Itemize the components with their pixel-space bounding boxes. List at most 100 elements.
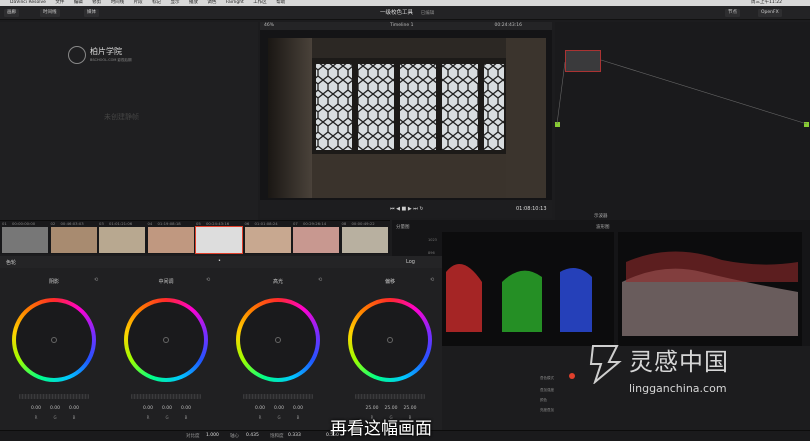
brain-logo-icon [68,46,86,64]
menu-color[interactable]: 调色 [207,0,216,5]
viewer-image [268,38,546,198]
timeline-selector[interactable]: Timeline 1 [390,22,413,30]
master-wheel-slider[interactable] [131,394,201,399]
wheel-value[interactable]: 0.00 [289,406,307,411]
color-wheels-panel: 阴影 ⟲ 0.00 R 0.00 G 0.00 B 中间调 ⟲ 0.00 R 0.00 G 0.00 B 高光 ⟲… [0,268,442,430]
subtitle-caption: 再看这幅画面 [330,419,432,439]
media-button[interactable]: 媒体 [84,9,99,17]
zoom-level[interactable]: 46% [264,23,274,28]
nodes-button[interactable]: 节点 [725,9,740,17]
clip-number: 05 [196,221,201,226]
clip-thumbnail[interactable] [341,227,388,253]
menu-help[interactable]: 帮助 [276,0,285,5]
wheel-value[interactable]: 0.00 [27,406,45,411]
clip-number: 04 [147,221,153,226]
master-wheel-slider[interactable] [243,394,313,399]
clip-thumbnail[interactable] [244,227,291,253]
channel-label: B [184,415,188,420]
timelines-button[interactable]: 时间线 [40,9,60,17]
gallery-empty-text: 未创建静帧 [104,113,139,121]
contrast-label: 对比度 [186,434,200,439]
pivot-value[interactable]: 0.435 [246,433,259,438]
play-controls-icon[interactable]: ⏮ ◀ ■ ▶ ⏭ ↻ [390,206,424,212]
right-label-4: 亮度叠加 [540,408,554,412]
reset-icon[interactable]: ⟲ [206,277,210,283]
wheels-mode-select[interactable]: Log [406,259,415,265]
openfx-button[interactable]: OpenFX [758,9,782,17]
wheel-center-handle[interactable] [275,337,281,343]
top-toolbar: 画廊 时间线 媒体 一级校色工具 已编辑 节点 OpenFX [0,6,810,20]
saturation-value[interactable]: 0.333 [288,433,301,438]
viewer-timecode: 01:08:10:13 [516,206,547,212]
reset-icon[interactable]: ⟲ [94,277,98,283]
channel-label: R [258,415,262,420]
clip-timecode: 00:29:26:14 [303,221,327,226]
menu-clip[interactable]: 片段 [134,0,143,5]
wheel-value[interactable]: 0.00 [177,406,195,411]
scope-tab-waveform[interactable]: 波形图 [596,224,610,230]
watermark: 灵感中国 lingganchina.com [585,338,810,410]
clip-timecode: 01:01:08:24 [254,221,278,226]
wheel-value[interactable]: 0.00 [139,406,157,411]
channel-label: R [146,415,150,420]
scope-tab-parade[interactable]: 分量图 [396,224,410,230]
wheel-title: 阴影 [48,279,59,285]
scope-tick-label: 1023 [428,238,437,242]
scopes-title: 示波器 [594,214,608,219]
channel-label: G [53,415,57,420]
pivot-label: 轴心 [230,434,239,439]
clip-thumbnail[interactable] [50,227,97,253]
clip-thumbnail[interactable] [147,227,194,253]
wheel-value[interactable]: 25.00 [382,406,400,411]
wheel-value[interactable]: 0.00 [270,406,288,411]
record-indicator-icon[interactable] [569,373,575,379]
wheel-center-handle[interactable] [51,337,57,343]
page-title: 一级校色工具 [380,10,414,16]
logo-subtitle: BSCHOOL.COM 影视后期 [90,58,132,62]
contrast-value[interactable]: 1.000 [206,433,219,438]
clip-timecode: 01:19:08:18 [157,221,181,226]
clip-thumbnail[interactable] [99,227,145,253]
transport-bar: ⏮ ◀ ■ ▶ ⏭ ↻ 01:08:10:13 [260,200,552,218]
edit-status: 已编辑 [420,11,435,16]
wheel-value[interactable]: 25.00 [363,406,381,411]
gallery-button[interactable]: 画廊 [4,9,19,17]
wheel-value[interactable]: 0.00 [158,406,176,411]
menu-trim[interactable]: 修剪 [92,0,101,5]
clip-thumbnail[interactable] [2,227,48,253]
clip-number: 08 [341,221,347,226]
wheel-value[interactable]: 0.00 [251,406,269,411]
wheel-center-handle[interactable] [163,337,169,343]
clip-strip: 01 00:00:00:00 02 00:46:03:03 03 01:01:21:06 0… [0,220,390,254]
clip-thumbnail[interactable] [195,226,243,254]
wheel-value[interactable]: 25.00 [401,406,419,411]
master-wheel-slider[interactable] [19,394,89,399]
channel-label: R [34,415,38,420]
scopes-panel: 分量图 波形图 示波器 1023896768640512384256128 [392,214,810,346]
menu-fairlight[interactable]: Fairlight [226,0,244,5]
menu-mark[interactable]: 标记 [152,0,161,5]
watermark-url: lingganchina.com [629,382,727,395]
wheel-value[interactable]: 0.00 [46,406,64,411]
right-label-2: 叠加强度 [540,388,554,392]
menu-app-name[interactable]: DaVinci Resolve [10,0,46,5]
wheel-title: 高光 [272,279,283,285]
page-dot-icon[interactable]: • [218,258,221,264]
reset-icon[interactable]: ⟲ [318,277,322,283]
wheel-value[interactable]: 0.00 [65,406,83,411]
clip-timecode: 01:01:21:06 [109,221,133,226]
reset-icon[interactable]: ⟲ [430,277,434,283]
menu-edit[interactable]: 编辑 [74,0,83,5]
viewer-header: 46% Timeline 1 00:24:43:16 [260,22,552,30]
clip-thumbnail[interactable] [293,227,339,253]
menu-workspace[interactable]: 工作区 [253,0,267,5]
menu-file[interactable]: 文件 [55,0,64,5]
menu-timeline[interactable]: 时间线 [111,0,125,5]
menu-view[interactable]: 显示 [171,0,180,5]
wheel-center-handle[interactable] [387,337,393,343]
color-wheels-header: 色轮 Log • [0,256,442,268]
master-wheel-slider[interactable] [355,394,425,399]
wheels-panel-title: 色轮 [6,260,17,266]
clip-number: 01 [2,221,7,226]
menu-playback[interactable]: 播放 [189,0,198,5]
